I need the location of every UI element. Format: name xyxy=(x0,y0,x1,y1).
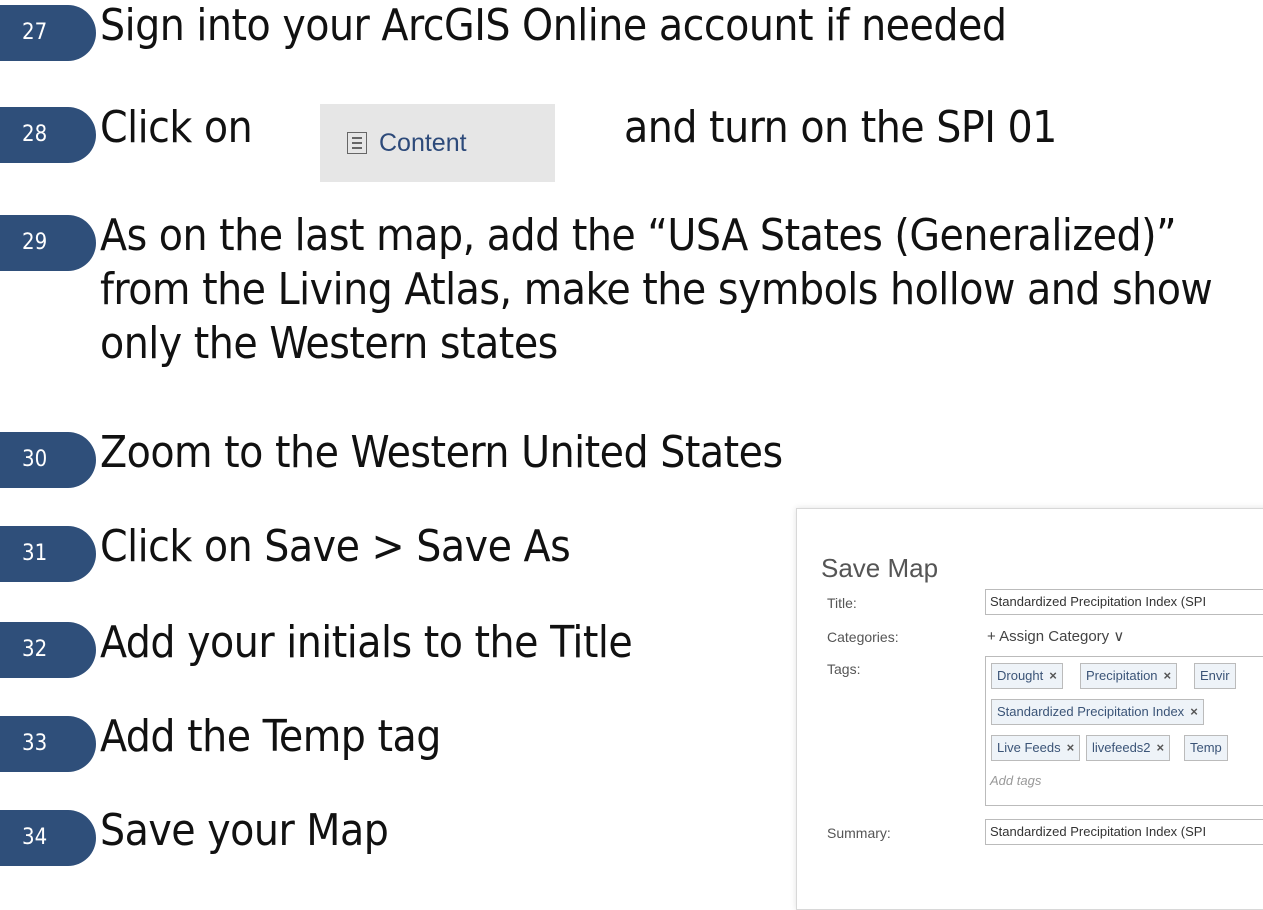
step-text: Save your Map xyxy=(100,805,389,856)
step-number-badge: 28 xyxy=(0,107,96,163)
title-field[interactable]: Standardized Precipitation Index (SPI xyxy=(985,589,1263,615)
step-number-badge: 30 xyxy=(0,432,96,488)
step-number-badge: 32 xyxy=(0,622,96,678)
add-tags-input[interactable]: Add tags xyxy=(990,773,1041,788)
title-label: Title: xyxy=(827,595,857,611)
step-text: Add the Temp tag xyxy=(100,711,441,762)
tag-chip[interactable]: Envir xyxy=(1194,663,1236,689)
tag-chip[interactable]: livefeeds2 × xyxy=(1086,735,1171,761)
step-text: Zoom to the Western United States xyxy=(100,427,783,478)
tag-remove-icon[interactable]: × xyxy=(1164,668,1172,683)
categories-label: Categories: xyxy=(827,629,899,645)
tags-field[interactable]: Drought × Precipitation × Envir Standardiz… xyxy=(985,656,1263,806)
step-number-badge: 33 xyxy=(0,716,96,772)
step-number-badge: 34 xyxy=(0,810,96,866)
step-number-badge: 27 xyxy=(0,5,96,61)
tag-chip[interactable]: Live Feeds × xyxy=(991,735,1081,761)
tag-chip[interactable]: Precipitation × xyxy=(1080,663,1178,689)
step-text: Add your initials to the Title xyxy=(100,617,633,668)
tag-remove-icon[interactable]: × xyxy=(1049,668,1057,683)
step-text: Click on Save > Save As xyxy=(100,521,571,572)
step-text-after: and turn on the SPI 01 xyxy=(624,102,1057,153)
summary-field[interactable]: Standardized Precipitation Index (SPI xyxy=(985,819,1263,845)
step-number-badge: 29 xyxy=(0,215,96,271)
tags-label: Tags: xyxy=(827,661,861,677)
step-text-before: Click on xyxy=(100,102,253,153)
tag-chip[interactable]: Standardized Precipitation Index × xyxy=(991,699,1204,725)
tag-chip[interactable]: Temp xyxy=(1184,735,1228,761)
step-number-badge: 31 xyxy=(0,526,96,582)
step-text: Sign into your ArcGIS Online account if … xyxy=(100,0,1007,51)
save-map-dialog: Save Map Title: Standardized Precipitati… xyxy=(796,508,1263,910)
summary-label: Summary: xyxy=(827,825,891,841)
step-text: As on the last map, add the “USA States … xyxy=(100,210,1213,369)
content-button-label: Content xyxy=(379,128,467,157)
assign-category-button[interactable]: + Assign Category ∨ xyxy=(987,627,1124,645)
tag-remove-icon[interactable]: × xyxy=(1190,704,1198,719)
dialog-title: Save Map xyxy=(821,553,939,583)
tag-remove-icon[interactable]: × xyxy=(1157,740,1165,755)
content-list-icon xyxy=(347,132,367,154)
tag-remove-icon[interactable]: × xyxy=(1067,740,1075,755)
tag-chip[interactable]: Drought × xyxy=(991,663,1063,689)
content-button-image: Content xyxy=(320,104,555,182)
